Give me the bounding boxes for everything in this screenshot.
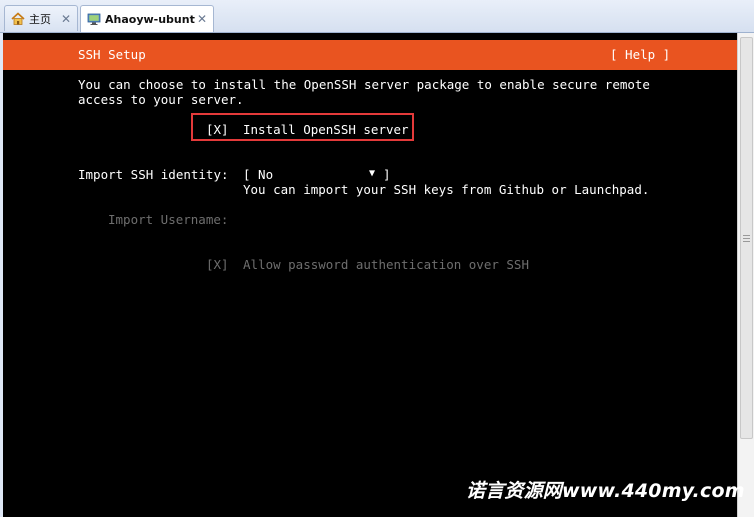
install-openssh-label[interactable]: Install OpenSSH server — [243, 122, 409, 137]
scrollbar-grip — [743, 238, 750, 239]
close-icon[interactable]: ✕ — [59, 12, 73, 26]
import-identity-select-end: ] — [383, 167, 391, 182]
tab-home-label: 主页 — [29, 12, 51, 26]
vm-icon — [87, 12, 101, 26]
intro-text-line2: access to your server. — [78, 92, 244, 107]
password-auth-checkbox: [X] — [206, 257, 229, 272]
tab-vm-label: Ahaoyw-ubuntu — [105, 12, 195, 26]
import-username-label: Import Username: — [108, 212, 229, 227]
close-icon[interactable]: ✕ — [195, 12, 209, 26]
import-identity-hint: You can import your SSH keys from Github… — [243, 182, 650, 197]
installer-title: SSH Setup — [78, 47, 146, 62]
home-icon — [11, 11, 25, 26]
scrollbar-grip — [743, 241, 750, 242]
password-auth-label: Allow password authentication over SSH — [243, 257, 529, 272]
installer-header: SSH Setup [ Help ] — [3, 40, 737, 70]
help-button[interactable]: [ Help ] — [610, 47, 670, 62]
tab-strip: 主页 ✕ Ahaoyw-ubuntu ✕ — [0, 0, 754, 33]
import-identity-label: Import SSH identity: — [78, 167, 229, 182]
import-identity-select[interactable]: [ No — [243, 167, 273, 182]
intro-text-line1: You can choose to install the OpenSSH se… — [78, 77, 650, 92]
scrollbar-grip — [743, 235, 750, 236]
tab-home[interactable]: 主页 ✕ — [4, 5, 78, 31]
watermark: 诺言资源网www.440my.com — [466, 480, 745, 502]
vm-console[interactable]: SSH Setup [ Help ] You can choose to ins… — [3, 33, 737, 517]
scrollbar-thumb[interactable] — [740, 37, 753, 439]
vm-window: 主页 ✕ Ahaoyw-ubuntu ✕ SSH Setup [ Help ] … — [0, 0, 754, 517]
install-openssh-checkbox[interactable]: [X] — [206, 122, 229, 137]
tab-vm[interactable]: Ahaoyw-ubuntu ✕ — [80, 5, 214, 32]
vertical-scrollbar[interactable] — [737, 33, 754, 517]
chevron-down-icon[interactable]: ▼ — [369, 166, 375, 181]
